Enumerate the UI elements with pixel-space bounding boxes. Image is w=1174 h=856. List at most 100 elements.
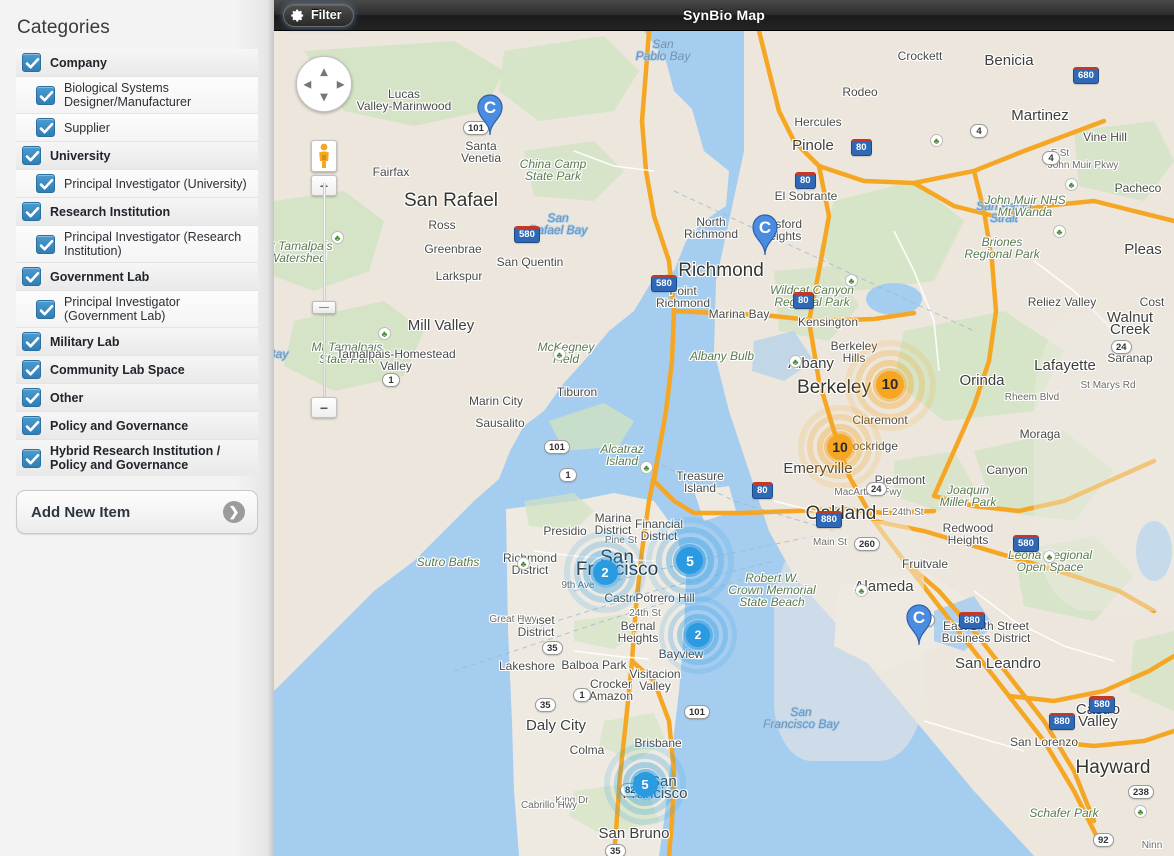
map-cluster-richmond-district[interactable]: 2 (564, 531, 646, 613)
highway-shield: 24 (866, 482, 887, 496)
category-checkbox[interactable] (36, 299, 55, 319)
category-row[interactable]: Hybrid Research Institution / Policy and… (16, 440, 258, 476)
category-checkbox[interactable] (36, 85, 55, 105)
pan-down-arrow[interactable]: ▾ (320, 88, 327, 105)
category-list: Company Biological Systems Designer/Manuf… (16, 49, 258, 476)
zoom-slider-handle[interactable] (312, 301, 336, 314)
zoom-out-button[interactable]: − (311, 397, 337, 418)
category-checkbox[interactable] (36, 234, 55, 254)
svg-text:C: C (759, 218, 771, 237)
category-checkbox[interactable] (22, 388, 41, 407)
category-checkbox[interactable] (36, 174, 55, 193)
category-checkbox[interactable] (22, 360, 41, 379)
check-icon (25, 271, 40, 283)
check-icon (25, 336, 40, 348)
category-row[interactable]: Government Lab (16, 263, 258, 291)
check-icon (39, 178, 54, 190)
cluster-count-badge: 2 (685, 622, 710, 647)
highway-shield: 80 (795, 172, 816, 189)
check-icon (39, 90, 54, 101)
map-cluster-south-san-francisco[interactable]: 5 (604, 743, 686, 825)
highway-shield: 1 (559, 468, 577, 482)
category-label: Research Institution (50, 204, 171, 219)
check-icon (25, 364, 40, 376)
category-label: Principal Investigator (Research Institu… (64, 230, 242, 258)
category-checkbox[interactable] (22, 332, 41, 351)
map-pin-santa-venetia[interactable]: C (475, 92, 505, 136)
svg-text:C: C (484, 98, 496, 117)
map-cluster-financial-district[interactable]: 5 (646, 517, 734, 605)
highway-shield: 580 (1013, 535, 1039, 552)
pan-left-arrow[interactable]: ◂ (304, 76, 311, 93)
highway-shield: 101 (544, 440, 570, 454)
park-marker-icon: ♣ (1043, 550, 1056, 563)
category-row[interactable]: Supplier (16, 114, 258, 142)
check-icon (39, 304, 54, 315)
map-pin-alameda[interactable]: C (904, 602, 934, 646)
pan-control-icon[interactable]: ▴ ▾ ◂ ▸ (296, 56, 352, 112)
map-cluster-emeryville[interactable]: 10 (797, 404, 883, 490)
category-row[interactable]: University (16, 142, 258, 170)
category-checkbox[interactable] (22, 53, 41, 72)
category-row[interactable]: Company (16, 49, 258, 77)
map-pin-icon: C (752, 214, 778, 256)
category-row[interactable]: Research Institution (16, 198, 258, 226)
park-marker-icon: ♣ (1065, 178, 1078, 191)
pan-right-arrow[interactable]: ▸ (337, 76, 344, 93)
category-label: Community Lab Space (50, 362, 185, 377)
highway-shield: 238 (1128, 785, 1154, 799)
category-label: Company (50, 55, 107, 70)
check-icon (25, 206, 40, 218)
highway-shield: 80 (752, 482, 773, 499)
category-checkbox[interactable] (22, 202, 41, 221)
highway-shield: 580 (1089, 696, 1115, 713)
category-row[interactable]: Military Lab (16, 328, 258, 356)
map-pin-icon: C (906, 604, 932, 646)
filter-label: Filter (311, 8, 342, 22)
map-canvas[interactable]: San Pablo Bay Lucas Valley-Marinwood Crock… (274, 31, 1174, 856)
highway-shield: 101 (684, 705, 710, 719)
highway-shield: 260 (854, 537, 880, 551)
park-marker-icon: ♣ (789, 355, 802, 368)
category-checkbox[interactable] (22, 448, 41, 468)
map-cluster-bayview[interactable]: 2 (659, 596, 737, 674)
pan-up-arrow[interactable]: ▴ (320, 63, 327, 80)
add-new-item-button[interactable]: Add New Item ❯ (16, 490, 258, 534)
category-label: Other (50, 390, 84, 405)
categories-sidebar: Categories Company Biological Systems Des… (0, 0, 274, 856)
category-row[interactable]: Other (16, 384, 258, 412)
street-view-pegman-icon[interactable] (311, 140, 337, 172)
highway-shield: 92 (1093, 833, 1114, 847)
park-marker-icon: ♣ (378, 327, 391, 340)
highway-shield: 35 (605, 844, 626, 856)
category-row[interactable]: Principal Investigator (Government Lab) (16, 291, 258, 328)
highway-shield: 1 (573, 688, 591, 702)
category-label: Biological Systems Designer/Manufacturer (64, 81, 192, 109)
highway-shield: 880 (959, 612, 985, 629)
category-label: Hybrid Research Institution / Policy and… (50, 444, 221, 472)
category-row[interactable]: Principal Investigator (University) (16, 170, 258, 198)
category-checkbox[interactable] (36, 118, 55, 137)
cluster-count-badge: 2 (592, 559, 618, 585)
urban-texture-sf (774, 521, 924, 761)
highway-shield: 80 (793, 292, 814, 309)
category-row[interactable]: Biological Systems Designer/Manufacturer (16, 77, 258, 114)
map-pin-richmond[interactable]: C (750, 212, 780, 256)
zoom-slider-track[interactable] (323, 183, 326, 398)
category-row[interactable]: Policy and Governance (16, 412, 258, 440)
category-checkbox[interactable] (22, 416, 41, 435)
category-row[interactable]: Community Lab Space (16, 356, 258, 384)
map-title: SynBio Map (682, 7, 766, 23)
category-row[interactable]: Principal Investigator (Research Institu… (16, 226, 258, 263)
cluster-count-badge: 10 (875, 370, 904, 399)
check-icon (25, 392, 40, 404)
top-toolbar: Filter SynBio Map (274, 0, 1174, 31)
page-title: Categories (17, 17, 110, 38)
park-marker-icon: ♣ (1134, 805, 1147, 818)
category-checkbox[interactable] (22, 267, 41, 286)
filter-button[interactable]: Filter (283, 3, 354, 27)
category-checkbox[interactable] (22, 146, 41, 165)
park-marker-icon: ♣ (930, 134, 943, 147)
check-icon (25, 57, 40, 69)
highway-shield: 680 (1073, 67, 1099, 84)
